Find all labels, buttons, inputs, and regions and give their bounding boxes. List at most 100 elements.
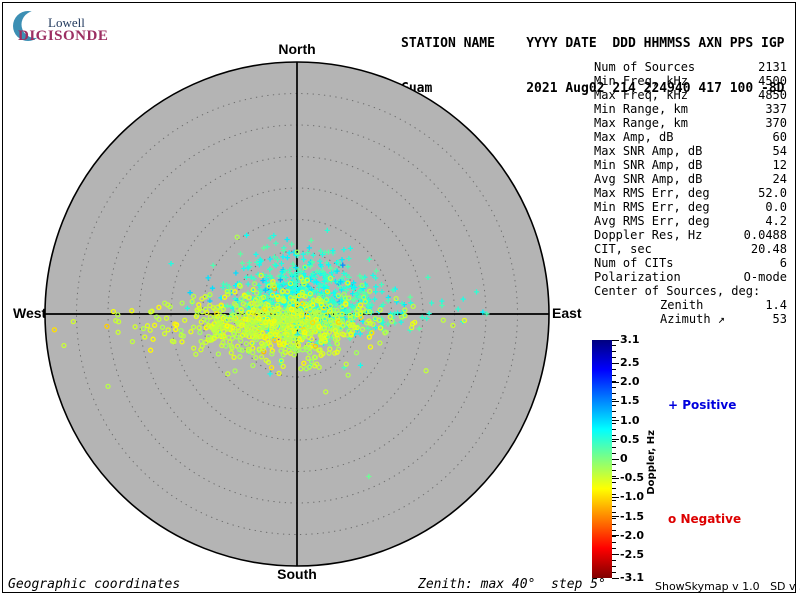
stat-label: Max Range, km — [594, 116, 688, 130]
colorbar-minor-tick — [612, 548, 616, 549]
stat-label: CIT, sec — [594, 242, 652, 256]
legend-positive: + Positive — [668, 398, 736, 412]
colorbar-major-tick — [612, 363, 619, 364]
stat-label: Min RMS Err, deg — [594, 200, 710, 214]
stat-value: 52.0 — [758, 186, 787, 200]
stat-row: Zenith1.4 — [594, 298, 787, 312]
stat-label: Min SNR Amp, dB — [594, 158, 702, 172]
colorbar-minor-tick — [612, 393, 616, 394]
colorbar-major-tick — [612, 478, 619, 479]
footer-version: ShowSkymap v 1.0 SD v 5.1 — [655, 580, 800, 593]
stat-label: Max Amp, dB — [594, 130, 673, 144]
colorbar-tick-label: -0.5 — [620, 471, 644, 484]
stat-value: 4500 — [758, 74, 787, 88]
stat-value: 54 — [773, 144, 787, 158]
colorbar-major-tick — [612, 554, 619, 555]
colorbar-tick-label: 3.1 — [620, 333, 640, 346]
stat-value: 4.2 — [765, 214, 787, 228]
colorbar-minor-tick — [612, 387, 616, 388]
stat-value: 370 — [765, 116, 787, 130]
colorbar-tick-label: 0 — [620, 452, 628, 465]
stat-row: Doppler Res, Hz 0.0488 — [594, 228, 787, 242]
colorbar-tick-label: -2.5 — [620, 548, 644, 561]
footer-zenith-scale: Zenith: max 40° step 5° — [418, 577, 606, 592]
colorbar-major-tick — [612, 439, 619, 440]
stat-row: Max RMS Err, deg 52.0 — [594, 186, 787, 200]
stat-row: Avg SNR Amp, dB24 — [594, 172, 787, 186]
colorbar-major-tick — [612, 459, 619, 460]
colorbar-minor-tick — [612, 351, 616, 352]
colorbar-minor-tick — [612, 435, 616, 436]
colorbar-minor-tick — [612, 524, 616, 525]
colorbar-minor-tick — [612, 464, 616, 465]
legend-negative-label: Negative — [680, 512, 741, 526]
stats-panel: Num of Sources2131Min Freq, kHz4500Max F… — [594, 60, 787, 326]
stat-row: Min Range, km 337 — [594, 102, 787, 116]
logo-text-digisonde: DIGISONDE — [18, 28, 108, 45]
colorbar-minor-tick — [612, 405, 616, 406]
direction-label-east: East — [552, 305, 582, 321]
stat-label: Polarization — [594, 270, 681, 284]
stat-row: Max Freq, kHz4850 — [594, 88, 787, 102]
colorbar-minor-tick — [612, 530, 616, 531]
header-row-titles: STATION NAME YYYY DATE DDD HHMMSS AXN PP… — [401, 36, 785, 51]
colorbar-tick-label: 1.5 — [620, 394, 640, 407]
stat-row: Max Range, km 370 — [594, 116, 787, 130]
colorbar-tick-label: 1.0 — [620, 414, 640, 427]
stat-value: 0.0488 — [744, 228, 787, 242]
direction-label-west: West — [13, 305, 46, 321]
doppler-colorbar — [592, 340, 612, 578]
colorbar-minor-tick — [612, 542, 616, 543]
colorbar-minor-tick — [612, 411, 616, 412]
colorbar-tick-label: 2.0 — [620, 375, 640, 388]
stat-value: 6 — [780, 256, 787, 270]
colorbar-minor-tick — [612, 417, 616, 418]
stat-row: Max SNR Amp, dB 54 — [594, 144, 787, 158]
colorbar-minor-tick — [612, 429, 616, 430]
lowell-digisonde-logo: Lowell DIGISONDE — [10, 7, 130, 47]
colorbar-minor-tick — [612, 488, 616, 489]
colorbar-minor-tick — [612, 447, 616, 448]
colorbar-major-tick — [612, 497, 619, 498]
stat-value: 53 — [773, 312, 787, 326]
legend-positive-label: Positive — [682, 398, 736, 412]
colorbar-minor-tick — [612, 494, 616, 495]
stat-value: 4850 — [758, 88, 787, 102]
colorbar-minor-tick — [612, 423, 616, 424]
colorbar-major-tick — [612, 382, 619, 383]
stat-label: Max SNR Amp, dB — [594, 144, 702, 158]
direction-label-south: South — [247, 566, 347, 582]
stat-label: Max RMS Err, deg — [594, 186, 710, 200]
direction-label-north: North — [247, 41, 347, 57]
stat-label: Min Range, km — [594, 102, 688, 116]
stat-value: 337 — [765, 102, 787, 116]
colorbar-tick-label: -2.0 — [620, 529, 644, 542]
stat-value: 20.48 — [751, 242, 787, 256]
colorbar-tick-label: 0.5 — [620, 433, 640, 446]
colorbar-minor-tick — [612, 566, 616, 567]
stat-value: 12 — [773, 158, 787, 172]
colorbar-minor-tick — [612, 399, 616, 400]
colorbar-minor-tick — [612, 482, 616, 483]
circle-marker-icon: o — [668, 512, 676, 526]
stat-row: Avg RMS Err, deg 4.2 — [594, 214, 787, 228]
colorbar-tick-label: -1.0 — [620, 490, 644, 503]
colorbar-major-tick — [612, 535, 619, 536]
colorbar-minor-tick — [612, 369, 616, 370]
colorbar-major-tick — [612, 578, 619, 579]
colorbar-major-tick — [612, 420, 619, 421]
colorbar-minor-tick — [612, 506, 616, 507]
stat-row: CIT, sec 20.48 — [594, 242, 787, 256]
colorbar-tick-label: 2.5 — [620, 356, 640, 369]
colorbar-minor-tick — [612, 470, 616, 471]
stat-label: Zenith — [660, 298, 703, 312]
plus-marker-icon: + — [668, 398, 678, 412]
stat-row: Num of CITs6 — [594, 256, 787, 270]
stat-label: Avg RMS Err, deg — [594, 214, 710, 228]
stat-value: 2131 — [758, 60, 787, 74]
colorbar-major-tick — [612, 401, 619, 402]
colorbar-minor-tick — [612, 375, 616, 376]
colorbar-tick-label: -3.1 — [620, 571, 644, 584]
stat-row: Min Freq, kHz4500 — [594, 74, 787, 88]
stat-label: Doppler Res, Hz — [594, 228, 702, 242]
